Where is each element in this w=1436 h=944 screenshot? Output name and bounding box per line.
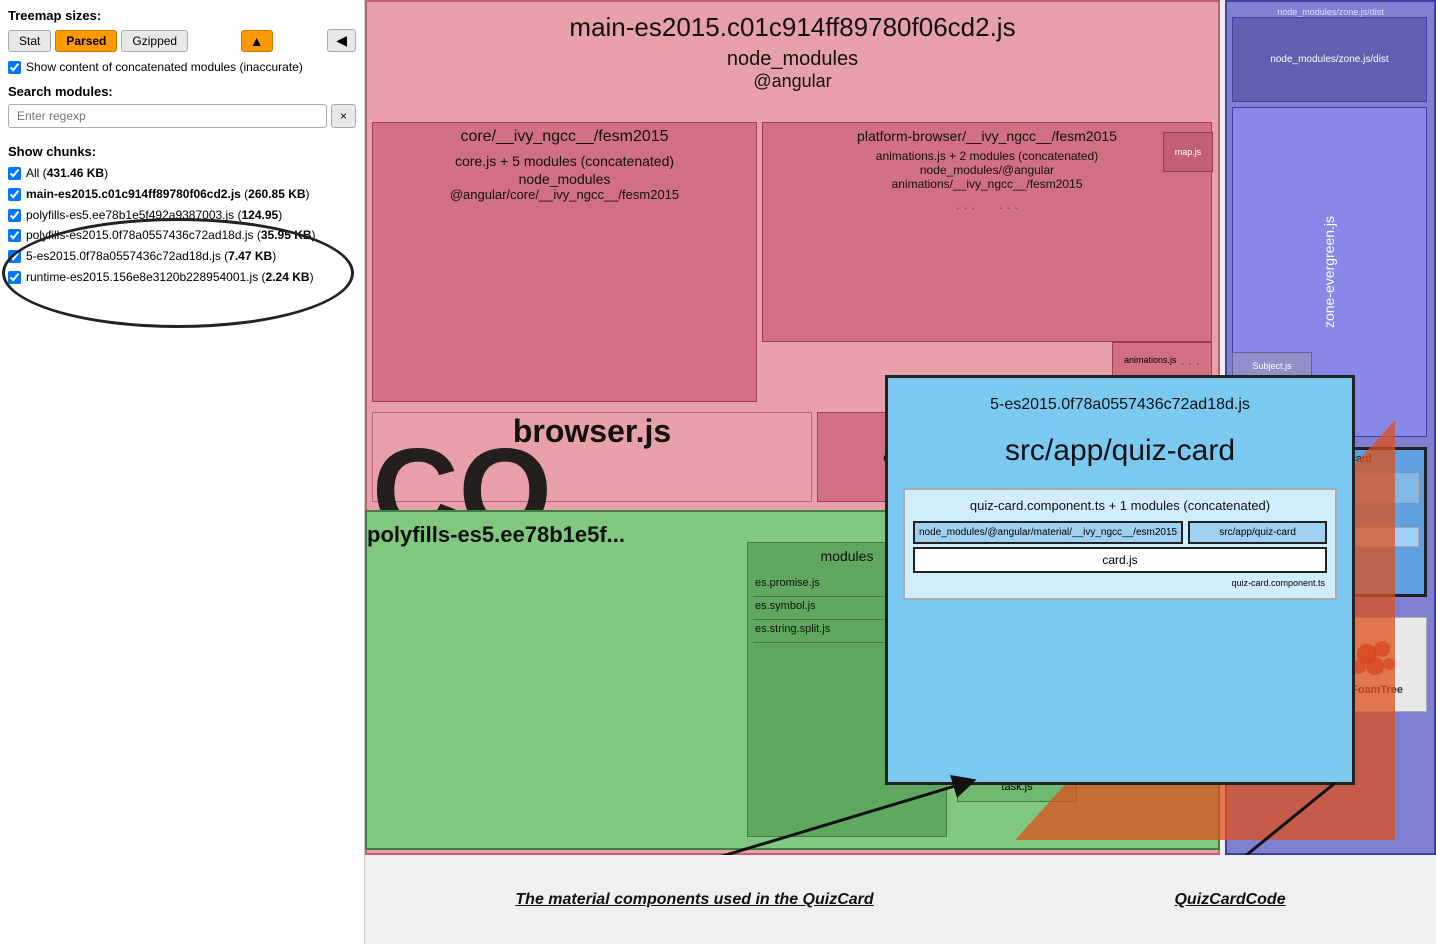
- show-chunks-label: Show chunks:: [8, 144, 356, 159]
- chunk-all-checkbox[interactable]: [8, 167, 21, 180]
- parsed-button[interactable]: Parsed: [55, 30, 117, 52]
- node-zone-text: node_modules/zone.js/dist: [1270, 54, 1388, 65]
- annotation-left: The material components used in the Quiz…: [515, 891, 873, 909]
- animations-small-block: animations.js . . .: [1112, 342, 1212, 377]
- chunk-polyfills-es2015: polyfills-es2015.0f78a0557436c72ad18d.js…: [8, 227, 356, 244]
- chunk-polyfills-es5: polyfills-es5.ee78b1e5f492a9387003.js (1…: [8, 207, 356, 224]
- treemap-sizes-label: Treemap sizes:: [8, 8, 356, 23]
- subject-js-label: Subject.js: [1252, 361, 1291, 371]
- popup-concat-block: quiz-card.component.ts + 1 modules (conc…: [903, 488, 1337, 600]
- animations-concat: animations.js + 2 modules (concatenated): [763, 149, 1211, 163]
- chunk-all-name: All: [26, 166, 39, 180]
- annotation-right: QuizCardCode: [1174, 891, 1285, 909]
- treemap-size-buttons: Stat Parsed Gzipped ▲ ◀: [8, 29, 356, 52]
- es-string-split-label: es.string.split.js: [755, 623, 830, 639]
- sidebar: Treemap sizes: Stat Parsed Gzipped ▲ ◀ S…: [0, 0, 365, 944]
- chunk-polyfills-es5-label: polyfills-es5.ee78b1e5f492a9387003.js (1…: [26, 207, 282, 224]
- popup-cell3: quiz-card.component.ts: [1231, 578, 1325, 588]
- search-modules-label: Search modules:: [8, 84, 356, 99]
- core-js-label: core.js + 5 modules (concatenated): [373, 151, 756, 171]
- chunk-runtime-label: runtime-es2015.156e8e3120b228954001.js (…: [26, 269, 314, 286]
- search-row: ×: [8, 104, 356, 128]
- popup-subtitle: src/app/quiz-card: [888, 424, 1352, 478]
- platform-dots: . . . . . .: [763, 196, 1211, 212]
- node-modules-angular: node_modules/@angular: [763, 163, 1211, 177]
- map-js-block[interactable]: map.js: [1163, 132, 1213, 172]
- chunk-5es: 5-es2015.0f78a0557436c72ad18d.js (7.47 K…: [8, 248, 356, 265]
- search-input[interactable]: [8, 104, 327, 128]
- chunk-polyfills-es2015-checkbox[interactable]: [8, 229, 21, 242]
- treemap-area: main-es2015.c01c914ff89780f06cd2.js node…: [365, 0, 1436, 855]
- popup-cell2[interactable]: src/app/quiz-card: [1188, 521, 1327, 544]
- popup-card-js[interactable]: card.js: [913, 547, 1327, 573]
- es-promise-label: es.promise.js: [755, 577, 820, 593]
- popup-cell1[interactable]: node_modules/@angular/material/__ivy_ngc…: [913, 521, 1183, 544]
- chunks-list: All (431.46 KB) main-es2015.c01c914ff897…: [8, 165, 356, 286]
- zone-evergreen-label: zone-evergreen.js: [1322, 216, 1338, 328]
- chunk-polyfills-es5-checkbox[interactable]: [8, 209, 21, 222]
- popup-concat-title: quiz-card.component.ts + 1 modules (conc…: [913, 498, 1327, 513]
- angular-label: @angular: [367, 71, 1218, 92]
- animations-fesm: animations/__ivy_ngcc__/fesm2015: [763, 177, 1211, 191]
- chunk-polyfills-es2015-label: polyfills-es2015.0f78a0557436c72ad18d.js…: [26, 227, 316, 244]
- annotation-area: The material components used in the Quiz…: [365, 855, 1436, 944]
- dots-icon2: . . .: [999, 196, 1018, 212]
- foamtree-label: FoamTree: [1351, 684, 1403, 696]
- anim-dots: . . .: [1181, 352, 1200, 368]
- chunk-all: All (431.46 KB): [8, 165, 356, 182]
- chunk-runtime: runtime-es2015.156e8e3120b228954001.js (…: [8, 269, 356, 286]
- platform-title: platform-browser/__ivy_ngcc__/fesm2015: [763, 123, 1211, 149]
- stat-button[interactable]: Stat: [8, 30, 51, 52]
- chunk-main-checkbox[interactable]: [8, 188, 21, 201]
- popup-title: 5-es2015.0f78a0557436c72ad18d.js: [888, 378, 1352, 424]
- dots-icon: . . .: [956, 196, 975, 212]
- chunk-main: main-es2015.c01c914ff89780f06cd2.js (260…: [8, 186, 356, 203]
- core-angular-core: @angular/core/__ivy_ngcc__/fesm2015: [373, 187, 756, 202]
- up-arrow-button[interactable]: ▲: [241, 30, 273, 52]
- main-bundle-title: main-es2015.c01c914ff89780f06cd2.js: [367, 2, 1218, 43]
- chunk-all-label: All (431.46 KB): [26, 165, 108, 182]
- show-content-checkbox[interactable]: [8, 61, 21, 74]
- animations-small-label: animations.js: [1124, 355, 1177, 365]
- popup-concat-row: node_modules/@angular/material/__ivy_ngc…: [913, 521, 1327, 544]
- chunk-main-label: main-es2015.c01c914ff89780f06cd2.js (260…: [26, 186, 310, 203]
- chunk-runtime-checkbox[interactable]: [8, 271, 21, 284]
- core-node-modules: node_modules: [373, 171, 756, 187]
- foamtree-icon: [1347, 634, 1407, 684]
- chunk-5es-checkbox[interactable]: [8, 250, 21, 263]
- platform-block[interactable]: platform-browser/__ivy_ngcc__/fesm2015 a…: [762, 122, 1212, 342]
- gzipped-button[interactable]: Gzipped: [121, 30, 188, 52]
- core-block[interactable]: core/__ivy_ngcc__/fesm2015 core.js + 5 m…: [372, 122, 757, 402]
- chunk-5es-label: 5-es2015.0f78a0557436c72ad18d.js (7.47 K…: [26, 248, 276, 265]
- es-symbol-label: es.symbol.js: [755, 600, 816, 616]
- core-fesm-title: core/__ivy_ngcc__/fesm2015: [373, 123, 756, 151]
- show-content-row: Show content of concatenated modules (in…: [8, 60, 356, 74]
- show-content-label: Show content of concatenated modules (in…: [26, 60, 303, 74]
- clear-search-button[interactable]: ×: [331, 104, 356, 128]
- node-modules-label: node_modules: [367, 48, 1218, 71]
- chunk-all-size: 431.46 KB: [47, 166, 104, 180]
- popup-overlay[interactable]: 5-es2015.0f78a0557436c72ad18d.js src/app…: [885, 375, 1355, 785]
- node-zone-dist-block[interactable]: node_modules/zone.js/dist: [1232, 17, 1427, 102]
- popup-cell3-label: quiz-card.component.ts: [913, 576, 1327, 590]
- left-arrow-button[interactable]: ◀: [327, 29, 356, 52]
